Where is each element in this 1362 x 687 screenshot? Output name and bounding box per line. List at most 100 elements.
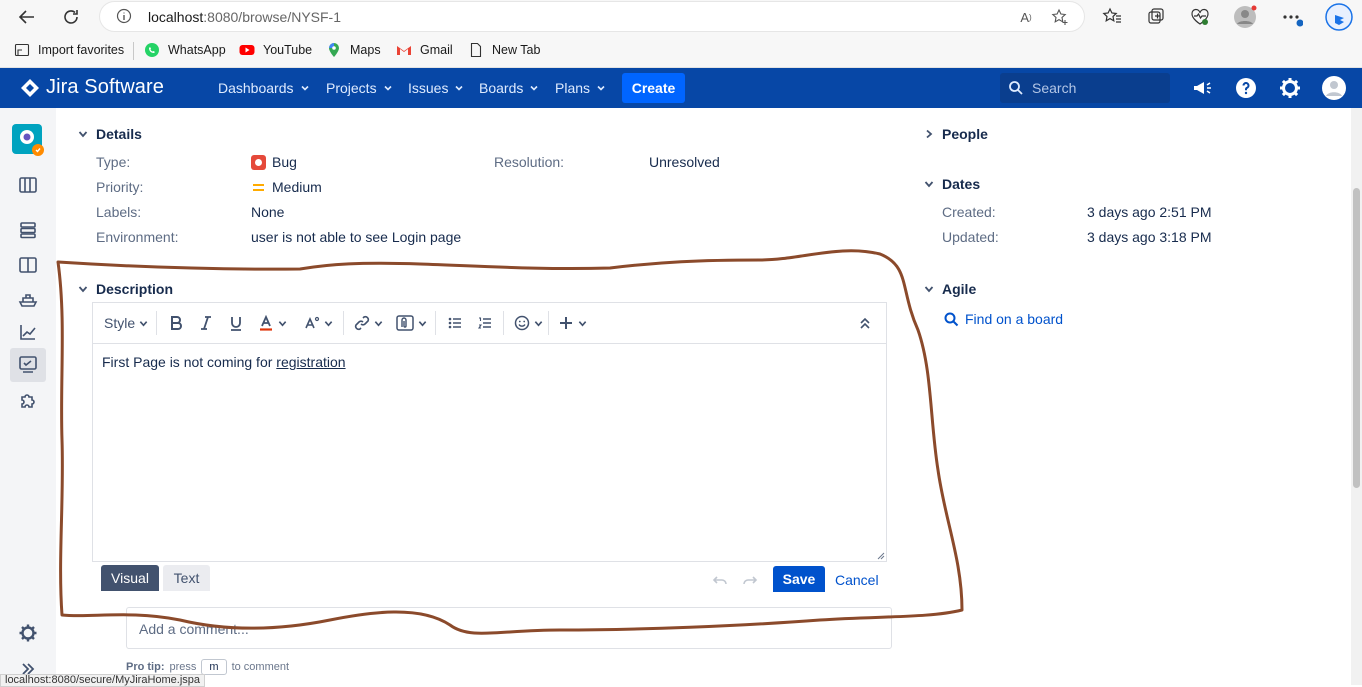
menu-label: Issues [408,80,449,96]
editor-toolbar: Style [93,303,886,344]
underline-icon[interactable] [228,313,244,333]
environment-value: user is not able to see Login page [251,229,462,245]
bookmark-maps[interactable]: Maps [326,42,381,58]
agile-section-header[interactable]: Agile [924,281,976,297]
add-favorite-icon[interactable] [1050,7,1070,27]
bullet-list-icon[interactable] [447,313,463,333]
bold-icon[interactable] [168,313,184,333]
pro-tip: Pro tip: press m to comment [126,659,289,675]
style-dropdown[interactable]: Style [104,313,148,333]
chevron-down-icon [530,85,538,91]
profile-avatar-icon[interactable] [1233,5,1257,29]
italic-icon[interactable] [198,313,214,333]
chevron-down-icon [578,320,587,327]
created-value: 3 days ago 2:51 PM [1087,204,1212,220]
pro-tip-rest: to comment [231,661,290,673]
notifications-megaphone-icon[interactable] [1190,76,1214,100]
description-content[interactable]: First Page is not coming for registratio… [102,354,346,370]
settings-gear-icon[interactable] [1278,76,1302,100]
bookmark-new-tab[interactable]: New Tab [468,42,540,58]
info-icon[interactable] [116,8,132,24]
menu-label: Dashboards [218,80,294,96]
user-avatar[interactable] [1322,76,1346,100]
more-menu-icon[interactable] [1280,5,1304,29]
description-underlined-word: registration [276,354,346,370]
bookmark-label: Import favorites [38,43,125,57]
updated-value: 3 days ago 3:18 PM [1087,229,1212,245]
bookmark-divider [133,42,134,60]
search-icon [944,312,959,326]
addons-puzzle-icon[interactable] [17,390,39,412]
find-on-board-link[interactable]: Find on a board [944,311,1063,327]
tab-text[interactable]: Text [163,565,210,591]
add-comment-field[interactable]: Add a comment... [126,607,892,649]
pro-tip-key: m [201,659,227,675]
people-section-header[interactable]: People [924,126,988,142]
dates-section-header[interactable]: Dates [924,176,980,192]
columns-icon[interactable] [17,254,39,276]
project-settings-gear-icon[interactable] [17,622,39,644]
browser-health-icon[interactable] [1188,5,1212,29]
resize-grip-icon[interactable] [877,552,885,560]
description-section-header[interactable]: Description [78,281,173,297]
back-arrow-icon[interactable] [14,4,40,30]
read-aloud-icon[interactable]: A) [1016,7,1036,27]
people-heading: People [942,126,988,142]
text-color-icon[interactable] [258,313,287,333]
chevron-down-icon [534,320,543,327]
text-effects-icon[interactable] [304,313,333,333]
jira-logo[interactable]: Jira Software [20,76,164,99]
insert-more-icon[interactable] [558,313,587,333]
address-bar[interactable]: localhost:8080/browse/NYSF-1 A) [100,2,1084,31]
search-input[interactable]: Search [1000,73,1170,103]
cancel-button[interactable]: Cancel [835,572,879,588]
project-avatar-icon[interactable] [12,124,44,156]
scrollbar-thumb[interactable] [1353,188,1360,488]
toolbar-divider [548,311,549,335]
chevron-down-icon [78,131,88,138]
link-icon[interactable] [354,313,383,333]
create-button[interactable]: Create [622,73,685,103]
menu-projects[interactable]: Projects [326,80,393,96]
menu-dashboards[interactable]: Dashboards [218,80,310,96]
collections-icon[interactable] [1144,5,1168,29]
priority-text: Medium [272,179,322,195]
type-text: Bug [272,154,297,170]
bookmark-whatsapp[interactable]: WhatsApp [144,42,226,58]
undo-icon[interactable] [712,572,728,588]
backlog-icon[interactable] [17,219,39,241]
collapse-toolbar-icon[interactable] [859,313,871,333]
save-button[interactable]: Save [773,566,825,592]
releases-ship-icon[interactable] [17,288,39,310]
dates-heading: Dates [942,176,981,192]
menu-plans[interactable]: Plans [555,80,606,96]
import-icon [14,43,30,57]
emoji-icon[interactable] [514,313,543,333]
help-icon[interactable] [1234,76,1258,100]
copilot-icon[interactable] [1324,2,1354,32]
menu-issues[interactable]: Issues [408,80,464,96]
bookmark-gmail[interactable]: Gmail [396,42,453,58]
numbered-list-icon[interactable] [477,313,493,333]
refresh-icon[interactable] [58,4,84,30]
description-editor[interactable]: Style First Page is not coming for regis… [92,302,887,562]
board-icon[interactable] [17,174,39,196]
bookmark-label: Maps [350,43,381,57]
type-label: Type: [96,154,131,170]
menu-boards[interactable]: Boards [479,80,539,96]
issues-icon[interactable] [17,354,39,376]
reports-chart-icon[interactable] [17,321,39,343]
chevron-down-icon [418,320,427,327]
bookmark-label: Gmail [420,43,453,57]
bookmark-youtube[interactable]: YouTube [239,42,312,58]
page-scrollbar[interactable] [1351,108,1362,685]
favorites-icon[interactable] [1100,5,1124,29]
chevron-down-icon [455,85,464,91]
details-section-header[interactable]: Details [78,126,142,142]
updated-label: Updated: [942,229,999,245]
bookmark-label: New Tab [492,43,541,57]
attachment-icon[interactable] [396,313,427,333]
tab-visual[interactable]: Visual [101,565,159,591]
bookmark-import-favorites[interactable]: Import favorites [14,42,124,58]
redo-icon[interactable] [742,572,758,588]
